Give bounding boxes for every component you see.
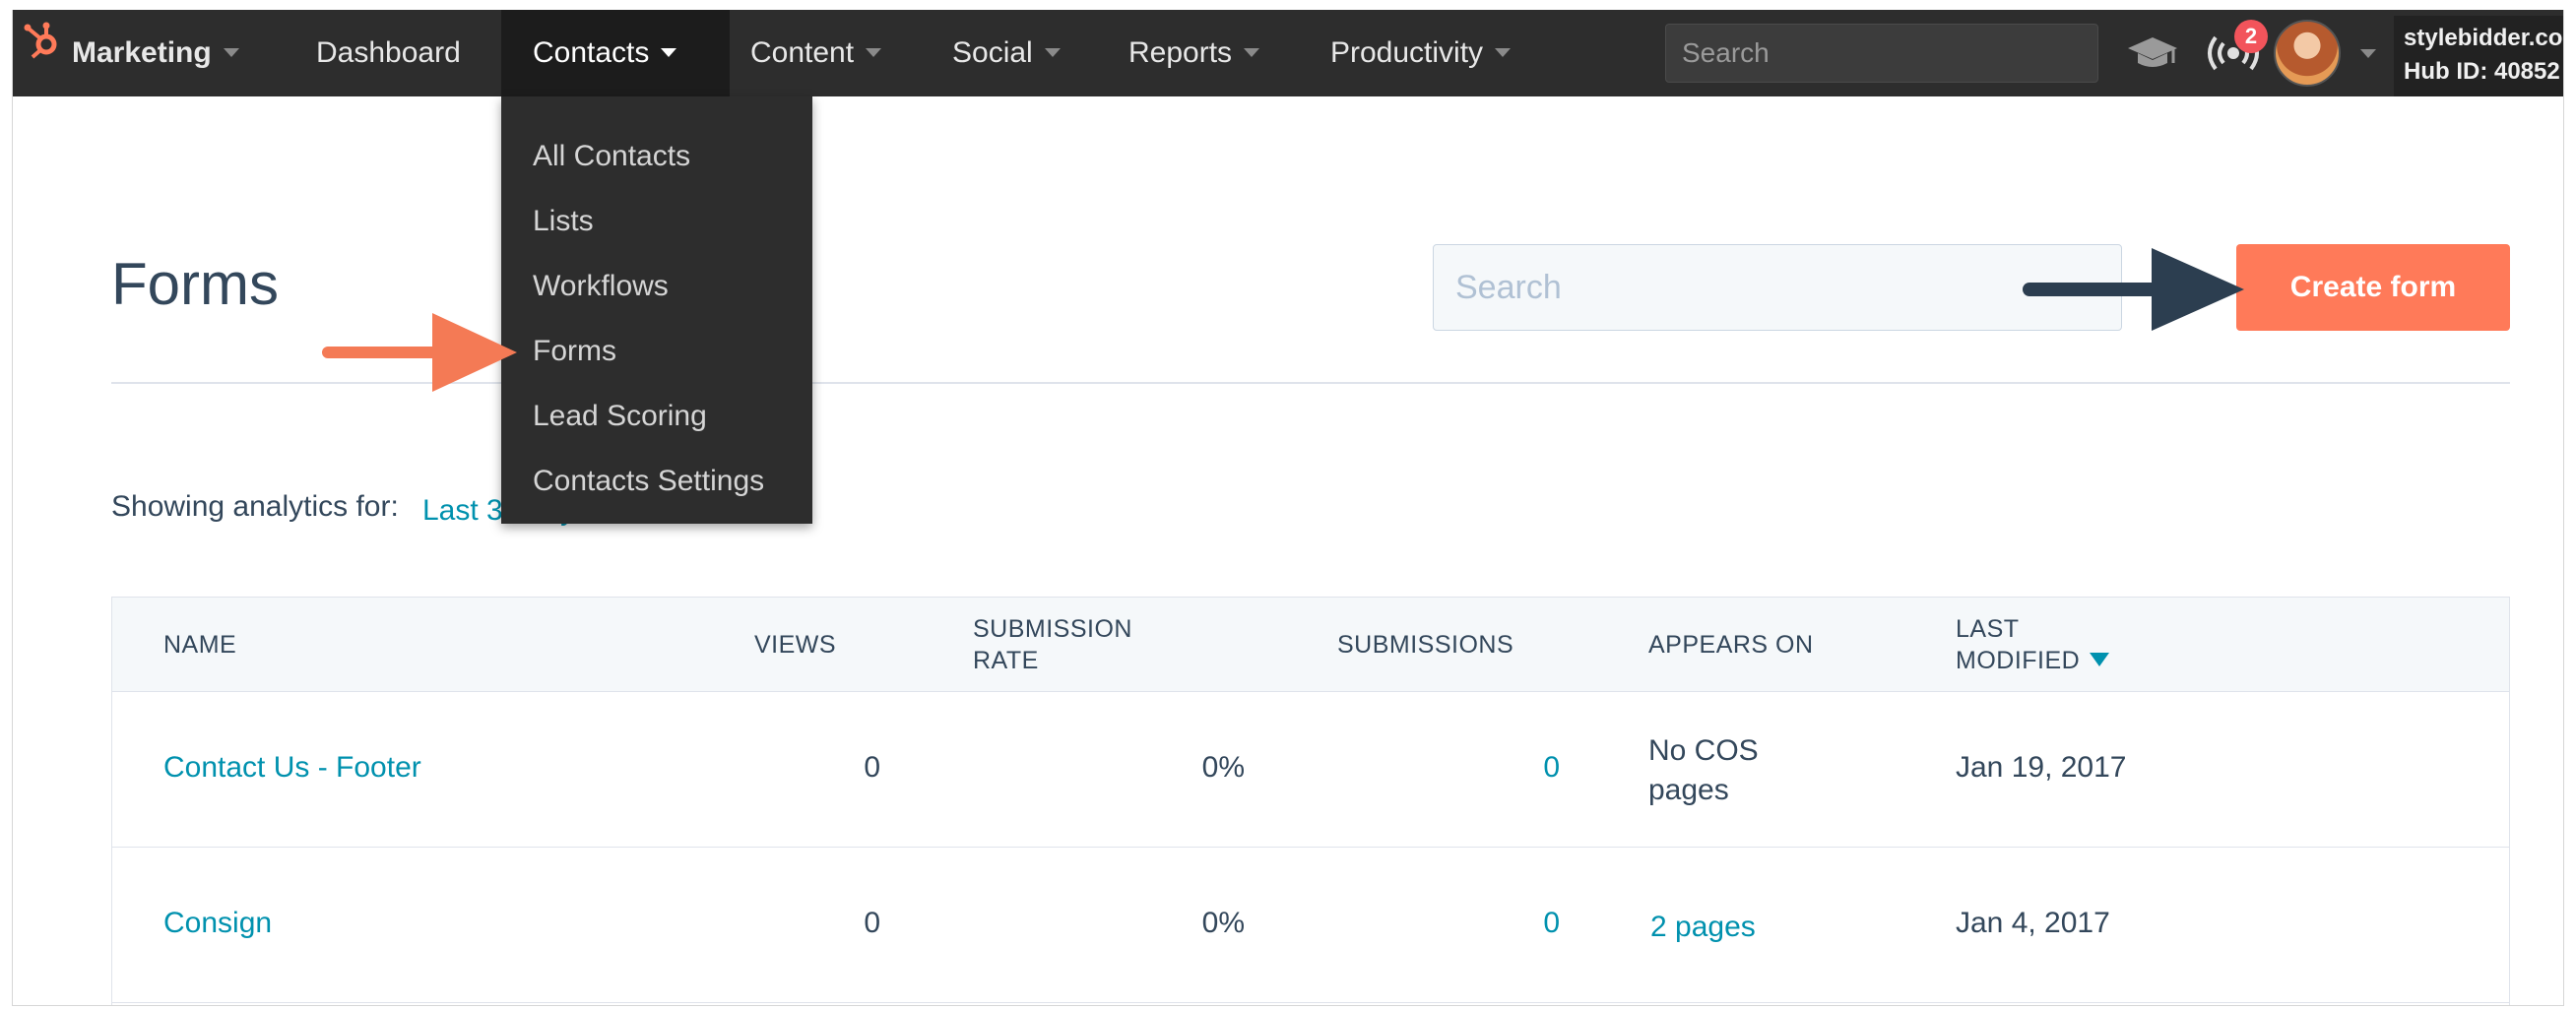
nav-social-label: Social xyxy=(952,36,1033,69)
column-header-submission-rate-line1: SUBMISSION xyxy=(973,615,1132,643)
menu-item-lead-scoring[interactable]: Lead Scoring xyxy=(533,400,707,433)
table-row: Consign 0 0% 0 2 pages Jan 4, 2017 xyxy=(112,848,2509,1003)
nav-content[interactable]: Content xyxy=(750,10,882,96)
nav-brand-label: Marketing xyxy=(72,36,212,69)
create-form-button[interactable]: Create form xyxy=(2236,244,2510,331)
column-header-last-modified-line2: MODIFIED xyxy=(1956,647,2081,674)
views-value: 0 xyxy=(864,907,880,939)
chevron-down-icon xyxy=(1495,47,1512,57)
forms-table: NAME VIEWS SUBMISSION RATE SUBMISSIONS A… xyxy=(111,597,2510,1005)
last-modified-value: Jan 19, 2017 xyxy=(1956,751,2127,784)
orange-annotation-arrow-icon xyxy=(322,313,517,392)
menu-item-forms[interactable]: Forms xyxy=(533,335,616,368)
chevron-down-icon[interactable] xyxy=(2360,49,2376,58)
menu-item-all-contacts[interactable]: All Contacts xyxy=(533,140,690,173)
chevron-down-icon xyxy=(661,47,677,57)
nav-productivity-label: Productivity xyxy=(1330,36,1484,69)
column-header-name[interactable]: NAME xyxy=(163,629,236,661)
nav-productivity[interactable]: Productivity xyxy=(1330,10,1512,96)
nav-dashboard-label: Dashboard xyxy=(316,36,461,69)
column-header-last-modified-line1: LAST xyxy=(1956,615,2020,643)
page-title: Forms xyxy=(111,251,279,317)
submissions-link[interactable]: 0 xyxy=(1491,907,1560,940)
last-modified-value: Jan 4, 2017 xyxy=(1956,907,2110,939)
form-name-link[interactable]: Consign xyxy=(163,907,272,940)
appears-on-line2: pages xyxy=(1648,774,1729,806)
avatar[interactable] xyxy=(2274,20,2341,87)
menu-item-workflows[interactable]: Workflows xyxy=(533,270,669,303)
top-navigation: Marketing Dashboard Contacts Content Soc… xyxy=(13,10,2563,96)
account-domain: stylebidder.co xyxy=(2404,25,2563,51)
nav-contacts[interactable]: Contacts xyxy=(501,10,730,96)
chevron-down-icon xyxy=(866,47,882,57)
app-window: Marketing Dashboard Contacts Content Soc… xyxy=(12,10,2564,1006)
submissions-link[interactable]: 0 xyxy=(1491,751,1560,785)
appears-on-line1: No COS xyxy=(1648,734,1759,767)
nav-dashboard[interactable]: Dashboard xyxy=(316,10,461,96)
form-name-link[interactable]: Contact Us - Footer xyxy=(163,751,421,785)
hubspot-logo-icon xyxy=(23,10,62,95)
nav-search-input[interactable] xyxy=(1665,24,2098,83)
views-value: 0 xyxy=(864,751,880,784)
menu-item-contacts-settings[interactable]: Contacts Settings xyxy=(533,465,764,498)
nav-contacts-label: Contacts xyxy=(533,36,650,69)
forms-search-input[interactable] xyxy=(1433,244,2122,331)
appears-on-pages-link[interactable]: 2 pages xyxy=(1650,911,1756,944)
nav-content-label: Content xyxy=(750,36,855,69)
column-header-last-modified[interactable]: LAST MODIFIED xyxy=(1956,613,2110,676)
sort-descending-icon xyxy=(2090,653,2110,666)
notification-badge: 2 xyxy=(2234,20,2268,53)
chevron-down-icon xyxy=(223,47,239,57)
column-header-appears-on[interactable]: APPEARS ON xyxy=(1648,629,1814,661)
column-header-submission-rate[interactable]: SUBMISSION RATE xyxy=(973,613,1132,676)
appears-on-value: No COS pages xyxy=(1648,731,1759,810)
account-menu[interactable]: stylebidder.co Hub ID: 40852 xyxy=(2394,16,2563,96)
table-header: NAME VIEWS SUBMISSION RATE SUBMISSIONS A… xyxy=(112,598,2509,692)
nav-reports-label: Reports xyxy=(1128,36,1233,69)
chevron-down-icon xyxy=(1044,47,1061,57)
academy-icon[interactable] xyxy=(2120,10,2185,96)
menu-item-lists[interactable]: Lists xyxy=(533,205,594,238)
column-header-submission-rate-line2: RATE xyxy=(973,647,1039,674)
column-header-submissions[interactable]: SUBMISSIONS xyxy=(1337,629,1513,661)
analytics-label: Showing analytics for: xyxy=(111,490,399,523)
hub-id: Hub ID: 40852 xyxy=(2404,58,2560,85)
nav-social[interactable]: Social xyxy=(952,10,1061,96)
submission-rate-value: 0% xyxy=(1201,751,1245,784)
chevron-down-icon xyxy=(1244,47,1260,57)
table-row: Contact Us - Footer 0 0% 0 No COS pages … xyxy=(112,692,2509,848)
column-header-views[interactable]: VIEWS xyxy=(754,629,836,661)
navy-annotation-arrow-icon xyxy=(2023,248,2244,331)
submission-rate-value: 0% xyxy=(1201,907,1245,939)
nav-reports[interactable]: Reports xyxy=(1128,10,1260,96)
contacts-dropdown-menu: All Contacts Lists Workflows Forms Lead … xyxy=(501,96,812,524)
nav-marketing[interactable]: Marketing xyxy=(23,10,239,96)
